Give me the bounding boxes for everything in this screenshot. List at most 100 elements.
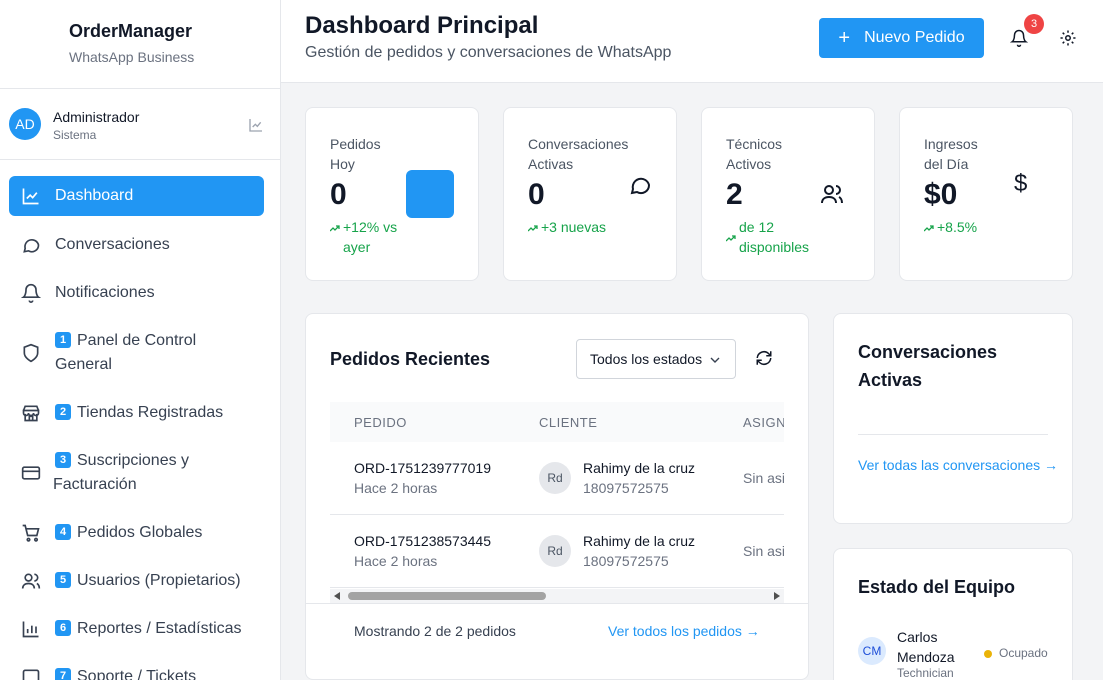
- column-header: PEDIDO: [354, 415, 407, 430]
- order-id: ORD-1751239777019: [354, 460, 491, 476]
- gear-icon[interactable]: [1059, 29, 1077, 47]
- stat-card-active-conversations: Conversaciones Activas 0 +3 nuevas: [503, 107, 677, 281]
- client-name: Rahimy de la cruz: [583, 533, 696, 549]
- page-subtitle: Gestión de pedidos y conversaciones de W…: [305, 44, 672, 61]
- sidebar-item-conversaciones[interactable]: Conversaciones: [9, 233, 264, 257]
- sidebar-item-dashboard[interactable]: Dashboard: [9, 176, 264, 216]
- stat-trend: de 12 disponibles: [726, 217, 836, 257]
- brand: OrderManager WhatsApp Business: [0, 0, 280, 89]
- stat-trend: +8.5%: [924, 217, 1014, 237]
- sidebar-item-reportes[interactable]: 6 Reportes / Estadísticas: [9, 617, 264, 641]
- sidebar-item-label: Notificaciones: [55, 284, 155, 301]
- status-badge: Ocupado: [999, 646, 1048, 660]
- sidebar-item-label: Conversaciones: [55, 236, 170, 253]
- table-row[interactable]: ORD-1751239777019 Hace 2 horas Rd Rahimy…: [330, 442, 784, 515]
- orders-icon: [406, 170, 454, 218]
- number-badge: 7: [55, 668, 71, 680]
- users-icon: [821, 185, 843, 204]
- see-all-conversations-link[interactable]: Ver todas las conversaciones →: [858, 454, 1058, 476]
- sidebar-item-suscripciones[interactable]: 3 Suscripciones y Facturación: [9, 449, 264, 497]
- dollar-icon: $: [1014, 170, 1028, 197]
- avatar: AD: [9, 108, 41, 140]
- sidebar: OrderManager WhatsApp Business AD Admini…: [0, 0, 281, 680]
- page-title: Dashboard Principal: [305, 12, 539, 39]
- order-time: Hace 2 horas: [354, 553, 438, 569]
- sidebar-item-label: Soporte / Tickets: [77, 668, 197, 680]
- cart-icon: [22, 524, 40, 542]
- sidebar-item-label: Suscripciones y Facturación: [53, 452, 190, 493]
- stat-label: Técnicos Activos: [726, 136, 783, 172]
- credit-card-icon: [21, 466, 41, 480]
- sidebar-item-panel-control[interactable]: 1 Panel de Control General: [9, 329, 264, 377]
- conversations-title: Conversaciones Activas: [858, 342, 998, 390]
- stat-trend: +12% vs ayer: [330, 217, 410, 257]
- brand-subtitle: WhatsApp Business: [69, 49, 195, 65]
- sidebar-item-notificaciones[interactable]: Notificaciones: [9, 281, 264, 305]
- sidebar-item-soporte[interactable]: 7 Soporte / Tickets: [9, 665, 264, 680]
- status-filter-value: Todos los estados: [590, 351, 703, 367]
- stat-label: Conversaciones Activas: [528, 136, 629, 172]
- sidebar-item-usuarios[interactable]: 5 Usuarios (Propietarios): [9, 569, 264, 593]
- client-phone: 18097572575: [583, 553, 669, 569]
- stat-card-orders-today: Pedidos Hoy 0 +12% vs ayer: [305, 107, 479, 281]
- sidebar-item-label: Dashboard: [55, 187, 134, 204]
- team-member-name: Carlos Mendoza: [897, 629, 955, 665]
- number-badge: 2: [55, 404, 71, 420]
- message-square-icon: [22, 669, 40, 680]
- stat-value: 2: [726, 178, 743, 211]
- shield-icon: [23, 343, 39, 363]
- user-panel: AD Administrador Sistema: [0, 89, 280, 160]
- team-member-role: Technician: [897, 666, 954, 680]
- column-header: ASIGN: [743, 415, 784, 430]
- bell-icon: [21, 283, 41, 303]
- stat-trend-text: +12% vs ayer: [343, 219, 398, 255]
- orders-footer: Mostrando 2 de 2 pedidos Ver todos los p…: [306, 603, 808, 639]
- orders-table: PEDIDO CLIENTE ASIGN ORD-1751239777019 H…: [330, 402, 784, 602]
- order-time: Hace 2 horas: [354, 480, 438, 496]
- notification-count-badge: 3: [1024, 14, 1044, 34]
- number-badge: 4: [55, 524, 71, 540]
- table-row[interactable]: ORD-1751238573445 Hace 2 horas Rd Rahimy…: [330, 515, 784, 588]
- brand-title: OrderManager: [69, 21, 193, 41]
- order-id: ORD-1751238573445: [354, 533, 491, 549]
- stat-card-daily-revenue: Ingresos del Día $0 +8.5% $: [899, 107, 1073, 281]
- avatar: CM: [858, 637, 886, 665]
- top-header: Dashboard Principal Gestión de pedidos y…: [281, 0, 1103, 83]
- see-all-orders-link[interactable]: Ver todos los pedidos →: [608, 623, 760, 639]
- sidebar-item-label: Panel de Control General: [55, 332, 197, 373]
- sidebar-item-label: Usuarios (Propietarios): [77, 572, 241, 589]
- plus-icon: +: [838, 27, 851, 49]
- refresh-icon[interactable]: [755, 349, 773, 367]
- user-role: Sistema: [53, 128, 97, 142]
- client-name: Rahimy de la cruz: [583, 460, 696, 476]
- chat-bubble-icon: [23, 238, 40, 253]
- sidebar-item-label: Reportes / Estadísticas: [77, 620, 242, 637]
- status-filter-select[interactable]: Todos los estados: [576, 339, 736, 379]
- bell-icon[interactable]: [1010, 29, 1028, 47]
- chat-bubble-icon: [630, 177, 651, 195]
- trend-up-icon: [330, 225, 340, 232]
- assigned-to: Sin asi: [743, 470, 784, 486]
- sidebar-item-tiendas[interactable]: 2 Tiendas Registradas: [9, 401, 264, 425]
- sidebar-item-label: Pedidos Globales: [77, 524, 203, 541]
- scroll-right-arrow-icon[interactable]: [774, 592, 780, 600]
- stat-trend-text: +3 nuevas: [541, 219, 606, 235]
- trend-up-icon: [528, 225, 538, 232]
- store-icon: [22, 405, 40, 422]
- number-badge: 5: [55, 572, 71, 588]
- stat-label: Pedidos Hoy: [330, 136, 381, 172]
- sidebar-item-pedidos-globales[interactable]: 4 Pedidos Globales: [9, 521, 264, 545]
- team-status-card: Estado del Equipo CM Carlos Mendoza Tech…: [833, 548, 1073, 680]
- scrollbar-thumb[interactable]: [348, 592, 546, 600]
- team-status-title: Estado del Equipo: [858, 577, 1016, 597]
- showing-count: Mostrando 2 de 2 pedidos: [354, 623, 516, 639]
- chart-line-icon[interactable]: [248, 117, 264, 133]
- number-badge: 6: [55, 620, 71, 636]
- avatar: Rd: [539, 462, 571, 494]
- sidebar-item-label: Tiendas Registradas: [77, 404, 224, 421]
- number-badge: 3: [55, 452, 71, 468]
- new-order-button[interactable]: + Nuevo Pedido: [819, 18, 984, 58]
- scroll-left-arrow-icon[interactable]: [334, 592, 340, 600]
- stat-trend: +3 nuevas: [528, 217, 648, 237]
- horizontal-scrollbar[interactable]: [330, 589, 784, 603]
